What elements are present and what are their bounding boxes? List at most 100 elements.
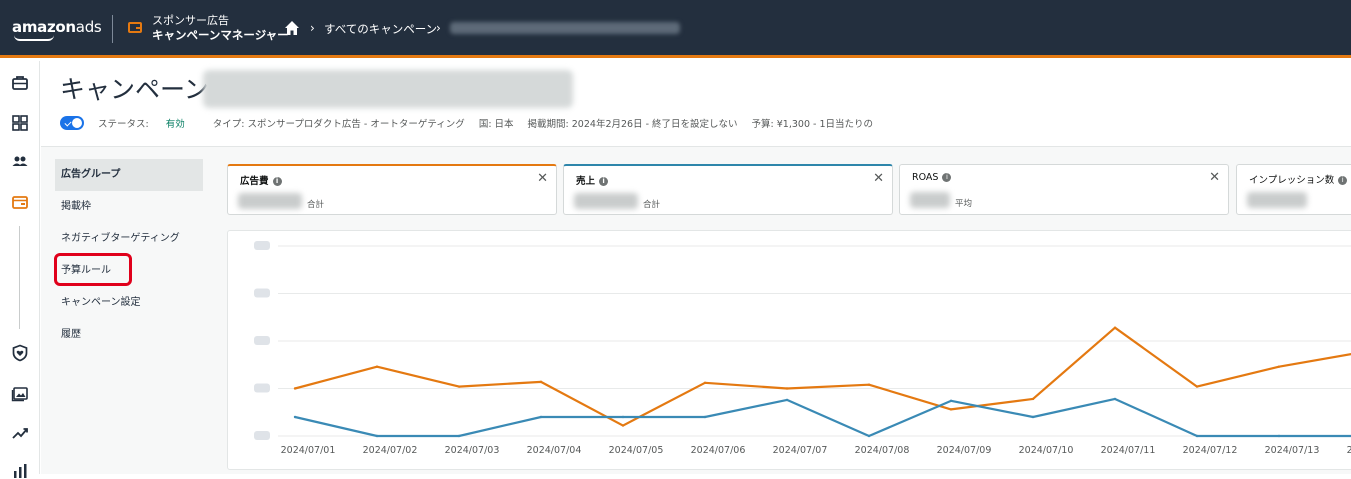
home-icon[interactable] xyxy=(284,20,300,36)
top-navigation-bar: amazonads スポンサー広告 キャンペーンマネージャー › すべてのキャン… xyxy=(0,0,1351,58)
nav-ad-groups[interactable]: 広告グループ xyxy=(55,159,203,191)
data-point[interactable] xyxy=(1031,415,1035,419)
trend-chart-icon[interactable] xyxy=(11,424,29,442)
y-tick-label-redacted xyxy=(254,383,270,393)
status-value: 有効 xyxy=(165,119,185,130)
data-point[interactable] xyxy=(785,387,789,390)
metric-label: ROAS i xyxy=(912,172,952,183)
breadcrumb-campaign-redacted[interactable] xyxy=(450,22,680,34)
app-name-line1: スポンサー広告 xyxy=(152,14,229,27)
data-point[interactable] xyxy=(867,383,871,386)
metric-card-spend[interactable]: 広告費 i ✕ 合計 xyxy=(227,164,557,215)
data-point[interactable] xyxy=(949,408,953,411)
status-toggle[interactable] xyxy=(60,116,84,130)
campaign-budget: 予算: ¥1,300 - 1日当たりの xyxy=(751,119,874,130)
campaign-header: キャンペーン: ステータス: 有効 タイプ: スポンサープロダクト広告 - オート… xyxy=(41,61,1351,147)
metric-aggregation: 合計 xyxy=(307,200,325,210)
metric-label-text: ROAS xyxy=(912,172,939,183)
metric-label: 広告費 i xyxy=(240,173,282,187)
data-point[interactable] xyxy=(539,380,543,384)
campaign-country: 国: 日本 xyxy=(478,119,514,130)
data-point[interactable] xyxy=(867,434,871,438)
close-icon[interactable]: ✕ xyxy=(1209,170,1220,185)
data-point[interactable] xyxy=(1195,434,1199,438)
campaign-meta: ステータス: 有効 タイプ: スポンサープロダクト広告 - オートターゲティング 国… xyxy=(98,116,887,130)
bar-chart-icon[interactable] xyxy=(11,461,29,479)
x-tick-label: 2024/07/02 xyxy=(363,445,418,456)
highlight-box xyxy=(54,253,132,286)
rail-divider xyxy=(19,226,20,329)
data-point[interactable] xyxy=(703,381,707,384)
logo-suffix: ads xyxy=(75,18,102,36)
data-point[interactable] xyxy=(293,415,297,419)
dashboard-icon[interactable] xyxy=(11,114,29,132)
shield-icon[interactable] xyxy=(11,344,29,362)
status-label: ステータス: xyxy=(98,119,149,130)
close-icon[interactable]: ✕ xyxy=(873,171,884,186)
campaign-name-redacted xyxy=(203,70,573,108)
status-info: ステータス: 有効 xyxy=(98,119,199,130)
metric-card-roas[interactable]: ROAS i ✕ 平均 xyxy=(899,164,1229,215)
metric-card-sales[interactable]: 売上 i ✕ 合計 xyxy=(563,164,893,215)
nav-placements[interactable]: 掲載枠 xyxy=(55,191,203,223)
nav-history[interactable]: 履歴 xyxy=(55,319,203,351)
x-tick-label: 2024/07/04 xyxy=(527,445,582,456)
x-tick-label: 2024/07/07 xyxy=(773,445,828,456)
data-point[interactable] xyxy=(1113,397,1117,401)
campaign-manager-rail-icon[interactable] xyxy=(11,193,29,211)
data-point[interactable] xyxy=(375,434,379,438)
data-point[interactable] xyxy=(1277,434,1281,438)
data-point[interactable] xyxy=(539,415,543,419)
metric-aggregation: 平均 xyxy=(955,199,973,209)
info-icon[interactable]: i xyxy=(942,173,952,182)
campaign-period: 掲載期間: 2024年2月26日 - 終了日を設定しない xyxy=(527,119,738,130)
data-point[interactable] xyxy=(457,434,461,438)
main-content: 広告グループ 掲載枠 ネガティブターゲティング 予算ルール キャンペーン設定 履… xyxy=(41,147,1351,474)
data-point[interactable] xyxy=(621,415,625,419)
x-tick-label: 2024/07/08 xyxy=(855,445,910,456)
metric-value-redacted xyxy=(910,192,950,208)
x-tick-label: 2024/07/14 xyxy=(1347,445,1351,456)
data-point[interactable] xyxy=(785,398,789,402)
metric-label-text: 売上 xyxy=(576,176,596,187)
metric-label-text: インプレッション数 xyxy=(1249,175,1335,186)
x-tick-label: 2024/07/01 xyxy=(281,445,336,456)
data-point[interactable] xyxy=(293,387,297,390)
metric-value-redacted xyxy=(574,193,638,209)
data-point[interactable] xyxy=(949,399,953,403)
campaign-type: タイプ: スポンサープロダクト広告 - オートターゲティング xyxy=(212,119,465,130)
metric-value-redacted xyxy=(238,193,302,209)
data-point[interactable] xyxy=(1031,397,1035,401)
x-tick-label: 2024/07/06 xyxy=(691,445,746,456)
app-name-line2: キャンペーンマネージャー xyxy=(152,28,289,42)
chevron-right-icon: › xyxy=(310,21,315,35)
campaign-manager-icon xyxy=(128,22,142,33)
performance-chart: 2024/07/01 2024/07/02 2024/07/03 2024/07/04… xyxy=(227,230,1351,470)
x-tick-label: 2024/07/05 xyxy=(609,445,664,456)
metric-label-text: 広告費 xyxy=(240,176,269,187)
data-point[interactable] xyxy=(1277,365,1281,368)
data-point[interactable] xyxy=(1195,385,1199,388)
data-point[interactable] xyxy=(375,365,379,368)
x-tick-label: 2024/07/11 xyxy=(1101,445,1156,456)
series-line-1[interactable] xyxy=(294,397,1351,438)
app-name[interactable]: スポンサー広告 キャンペーンマネージャー xyxy=(152,14,289,42)
nav-campaign-settings[interactable]: キャンペーン設定 xyxy=(55,287,203,319)
metric-card-impressions[interactable]: インプレッション数 i xyxy=(1236,164,1351,215)
audience-icon[interactable] xyxy=(11,153,29,171)
briefcase-icon[interactable] xyxy=(11,74,29,92)
info-icon[interactable]: i xyxy=(1338,176,1348,185)
breadcrumb-all-campaigns[interactable]: すべてのキャンペーン xyxy=(324,21,437,37)
data-point[interactable] xyxy=(703,415,707,419)
info-icon[interactable]: i xyxy=(272,177,282,186)
nav-negative-targeting[interactable]: ネガティブターゲティング xyxy=(55,223,203,255)
series-line-0[interactable] xyxy=(294,326,1351,427)
media-library-icon[interactable] xyxy=(11,384,29,402)
x-tick-label: 2024/07/03 xyxy=(445,445,500,456)
amazon-ads-logo[interactable]: amazonads xyxy=(12,18,102,41)
data-point[interactable] xyxy=(621,424,625,427)
info-icon[interactable]: i xyxy=(599,177,609,186)
data-point[interactable] xyxy=(1113,326,1117,329)
close-icon[interactable]: ✕ xyxy=(537,171,548,186)
data-point[interactable] xyxy=(457,385,461,388)
